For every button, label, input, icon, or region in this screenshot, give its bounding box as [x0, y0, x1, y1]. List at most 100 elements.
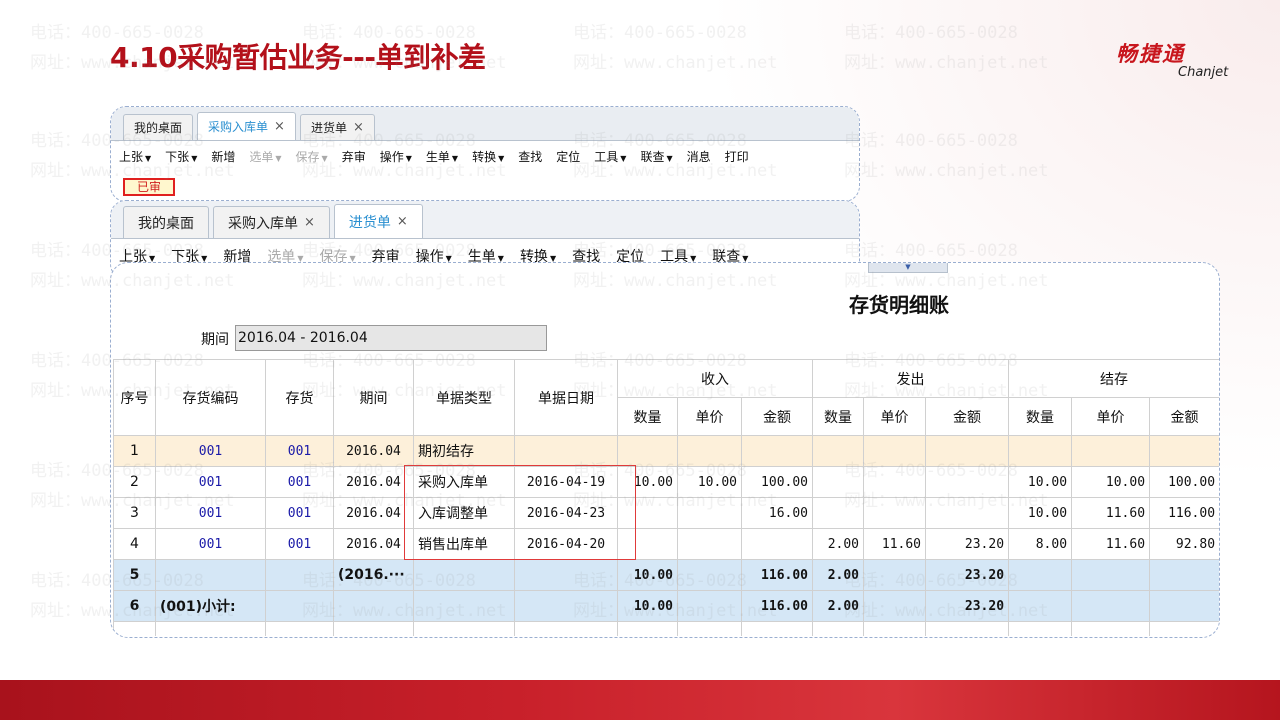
cell-out-qty: 2.00 — [812, 528, 865, 560]
inventory-ledger-window: ▼ 存货明细账 期间 2016.04 - 2016.04 序号 存货编码 存货 … — [110, 262, 1220, 638]
cell-seq: 6 — [113, 590, 156, 622]
cell-bal-qty: 10.00 — [1008, 466, 1073, 498]
header-out-qty: 数量 — [812, 397, 865, 436]
header-income: 收入 — [616, 359, 814, 398]
cell-item — [265, 559, 334, 591]
cell-period: 2016.04 — [333, 497, 414, 529]
cell-item: 001 — [265, 497, 334, 529]
header-in-qty: 数量 — [617, 397, 678, 436]
toolbar: 上张 ▼ 下张 ▼ 新增 选单 ▼ 保存 ▼ 弃审 操作 ▼ 生单 ▼ 转换 ▼ 查找 定位 … — [111, 141, 859, 171]
header-bal-price: 单价 — [1071, 397, 1151, 436]
cell-item: 001 — [265, 435, 334, 467]
tab-label: 采购入库单 — [208, 120, 269, 134]
tools-button[interactable]: 工具 ▼ — [594, 148, 626, 165]
cell-seq: 3 — [113, 497, 156, 529]
tab-label: 进货单 — [348, 214, 391, 231]
operate-button[interactable]: 操作 ▼ — [380, 148, 412, 165]
cell-in-amount: 116.00 — [740, 590, 814, 622]
select-button[interactable]: 选单 ▼ — [249, 148, 281, 165]
cell-doc-date — [514, 559, 618, 591]
cell-doc-type — [413, 590, 515, 622]
highlight-box — [404, 465, 636, 560]
caret-down-icon: ▼ — [321, 153, 328, 163]
new-button[interactable]: 新增 — [211, 148, 235, 165]
cell-bal-qty — [1008, 435, 1073, 467]
find-button[interactable]: 查找 — [518, 148, 542, 165]
subtotal-row[interactable]: 6 (001)小计: 10.00 116.00 2.00 23.20 — [113, 590, 1219, 622]
close-icon[interactable]: × — [397, 214, 408, 229]
generate-button[interactable]: 生单 ▼ — [426, 148, 458, 165]
table-row[interactable]: 1 001 001 2016.04 期初结存 — [113, 435, 1219, 467]
cell-bal-price: 11.60 — [1071, 497, 1151, 529]
header-in-amount: 金额 — [740, 397, 814, 436]
tab-label: 我的桌面 — [138, 215, 194, 232]
tab-purchase-receipt[interactable]: 采购入库单 × — [213, 206, 330, 238]
cell-out-qty: 2.00 — [812, 559, 865, 591]
table-row[interactable]: 2 001 001 2016.04 采购入库单 2016-04-19 10.00… — [113, 466, 1219, 498]
cell-item — [265, 590, 334, 622]
cell-bal-amount — [1149, 590, 1219, 622]
header-bal-amount: 金额 — [1149, 397, 1219, 436]
caret-down-icon: ▼ — [666, 153, 673, 163]
tab-desktop[interactable]: 我的桌面 — [123, 206, 209, 238]
period-label: 期间 — [201, 332, 229, 348]
cell-seq: 1 — [113, 435, 156, 467]
logo-en: Chanjet — [1178, 65, 1229, 80]
tab-purchase-invoice[interactable]: 进货单 × — [299, 114, 375, 140]
linked-query-button[interactable]: 联查 ▼ — [640, 148, 672, 165]
cell-in-price: 10.00 — [677, 466, 742, 498]
cell-code: 001 — [155, 435, 266, 467]
caret-down-icon: ▼ — [405, 153, 412, 163]
close-icon[interactable]: × — [274, 119, 285, 134]
convert-button[interactable]: 转换 ▼ — [472, 148, 504, 165]
cell-out-price — [863, 466, 927, 498]
caret-down-icon: ▼ — [145, 153, 152, 163]
slide-title: 4.10采购暂估业务---单到补差 — [110, 41, 486, 74]
purchase-receipt-window: 我的桌面 采购入库单 × 进货单 × 上张 ▼ 下张 ▼ 新增 选单 ▼ 保存 ▼ 弃审 操… — [110, 106, 860, 202]
close-icon[interactable]: × — [304, 215, 315, 230]
cell-period — [333, 590, 414, 622]
cell-out-amount: 23.20 — [925, 528, 1010, 560]
caret-down-icon: ▼ — [275, 153, 282, 163]
close-icon[interactable]: × — [353, 120, 364, 135]
cell-bal-price: 11.60 — [1071, 528, 1151, 560]
cell-item: 001 — [265, 466, 334, 498]
header-in-price: 单价 — [677, 397, 742, 436]
unapprove-button[interactable]: 弃审 — [342, 148, 366, 165]
cell-bal-qty — [1008, 590, 1073, 622]
tab-purchase-invoice[interactable]: 进货单 × — [333, 204, 423, 238]
ledger-table: 序号 存货编码 存货 期间 单据类型 单据日期 收入 发出 结存 数量 单价 金… — [113, 359, 1219, 636]
cell-in-amount — [740, 528, 814, 560]
cell-bal-price — [1071, 590, 1151, 622]
locate-button[interactable]: 定位 — [556, 148, 580, 165]
table-row[interactable]: 4 001 001 2016.04 销售出库单 2016-04-20 2.00 … — [113, 528, 1219, 560]
header-out-amount: 金额 — [925, 397, 1010, 436]
next-button[interactable]: 下张 ▼ — [165, 148, 197, 165]
tab-purchase-receipt[interactable]: 采购入库单 × — [197, 112, 296, 140]
cell-bal-price — [1071, 435, 1151, 467]
report-title: 存货明细账 — [849, 293, 949, 317]
cell-period: (2016.··· — [333, 559, 414, 591]
cell-bal-qty — [1008, 559, 1073, 591]
tab-label: 我的桌面 — [134, 121, 183, 135]
cell-in-price — [677, 559, 742, 591]
cell-out-amount — [925, 435, 1010, 467]
print-button[interactable]: 打印 — [725, 148, 749, 165]
message-button[interactable]: 消息 — [687, 148, 711, 165]
header-bal-qty: 数量 — [1008, 397, 1073, 436]
cell-code — [155, 559, 266, 591]
tab-desktop[interactable]: 我的桌面 — [123, 114, 194, 140]
save-button[interactable]: 保存 ▼ — [296, 148, 328, 165]
caret-down-icon: ▼ — [905, 263, 911, 271]
cell-item: 001 — [265, 528, 334, 560]
collapse-handle[interactable]: ▼ — [868, 263, 948, 273]
subtotal-row[interactable]: 5 (2016.··· 10.00 116.00 2.00 23.20 — [113, 559, 1219, 591]
table-row[interactable]: 3 001 001 2016.04 入库调整单 2016-04-23 16.00… — [113, 497, 1219, 529]
cell-period: 2016.04 — [333, 435, 414, 467]
caret-down-icon: ▼ — [620, 153, 627, 163]
cell-in-amount — [740, 435, 814, 467]
prev-button[interactable]: 上张 ▼ — [119, 148, 151, 165]
caret-down-icon: ▼ — [451, 153, 459, 163]
cell-out-qty: 2.00 — [812, 590, 865, 622]
header-doc-type: 单据类型 — [413, 359, 515, 436]
